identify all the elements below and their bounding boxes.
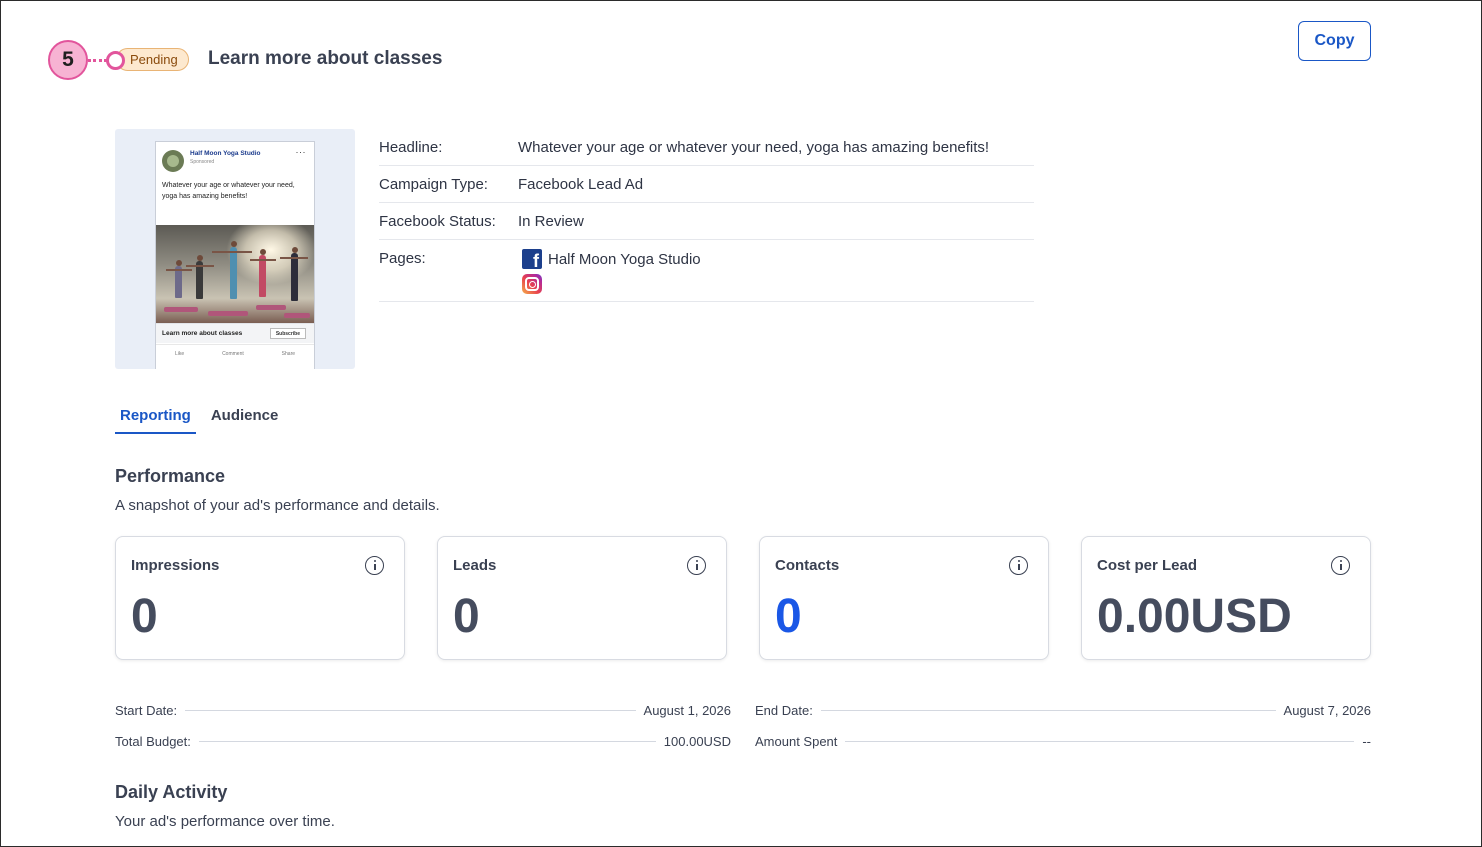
- copy-button[interactable]: Copy: [1298, 21, 1371, 61]
- end-date-row: End Date: August 7, 2026: [755, 701, 1371, 719]
- headline-label: Headline:: [379, 139, 443, 156]
- ad-detail-page: 5 Pending Learn more about classes Copy …: [0, 0, 1482, 847]
- status-badge: Pending: [116, 48, 189, 71]
- step-number-badge: 5: [48, 40, 88, 80]
- preview-sponsored: Sponsored: [190, 159, 215, 165]
- leader-line: [185, 709, 636, 711]
- tab-audience[interactable]: Audience: [206, 397, 284, 434]
- leads-label: Leads: [453, 557, 497, 574]
- campaign-type-label: Campaign Type:: [379, 176, 488, 193]
- preview-yoga-image: [156, 225, 314, 323]
- amount-spent-label: Amount Spent: [755, 733, 838, 749]
- campaign-type-value: Facebook Lead Ad: [518, 176, 644, 193]
- total-budget-label: Total Budget:: [115, 733, 191, 749]
- cost-per-lead-card: Cost per Lead 0.00USD: [1081, 536, 1371, 660]
- preview-cta-text: Learn more about classes: [162, 330, 243, 337]
- facebook-page: Half Moon Yoga Studio: [522, 249, 701, 271]
- comment-action: Comment: [222, 350, 244, 357]
- info-icon[interactable]: [1009, 556, 1028, 575]
- total-budget-row: Total Budget: 100.00USD: [115, 732, 731, 750]
- info-icon[interactable]: [1331, 556, 1350, 575]
- performance-subtitle: A snapshot of your ad's performance and …: [115, 497, 440, 514]
- like-action: Like: [174, 350, 185, 357]
- end-date-value: August 7, 2026: [1283, 702, 1371, 718]
- page-title: Learn more about classes: [208, 48, 443, 69]
- ad-details: Headline: Whatever your age or whatever …: [379, 129, 1034, 302]
- headline-value: Whatever your age or whatever your need,…: [518, 139, 990, 156]
- campaign-type-row: Campaign Type: Facebook Lead Ad: [379, 166, 1034, 203]
- ad-preview: Half Moon Yoga Studio Sponsored ··· What…: [115, 129, 355, 369]
- preview-text: Whatever your age or whatever your need,…: [162, 182, 295, 200]
- impressions-card: Impressions 0: [115, 536, 405, 660]
- contacts-card: Contacts 0: [759, 536, 1049, 660]
- end-date-label: End Date:: [755, 702, 813, 718]
- instagram-icon: [522, 274, 542, 294]
- facebook-status-row: Facebook Status: In Review: [379, 203, 1034, 240]
- tab-reporting[interactable]: Reporting: [115, 397, 196, 434]
- leads-value: 0: [453, 590, 480, 643]
- daily-activity-title: Daily Activity: [115, 782, 228, 802]
- share-action: Share: [281, 350, 296, 357]
- leader-line: [845, 740, 1355, 742]
- more-icon: ···: [295, 147, 306, 157]
- daily-activity-subtitle: Your ad's performance over time.: [115, 813, 335, 830]
- step-pointer-ring: [106, 51, 125, 70]
- pages-row: Pages:: [379, 240, 1034, 302]
- leader-line: [820, 709, 1276, 711]
- preview-actions: Like Comment Share: [156, 344, 314, 362]
- facebook-status-value: In Review: [518, 213, 584, 230]
- total-budget-value: 100.00USD: [663, 733, 731, 749]
- headline-row: Headline: Whatever your age or whatever …: [379, 129, 1034, 166]
- tab-bar: Reporting Audience: [115, 397, 293, 434]
- ad-preview-phone: Half Moon Yoga Studio Sponsored ··· What…: [155, 141, 315, 369]
- start-date-row: Start Date: August 1, 2026: [115, 701, 731, 719]
- facebook-icon: [522, 249, 542, 271]
- start-date-label: Start Date:: [115, 702, 178, 718]
- preview-page-name: Half Moon Yoga Studio: [190, 150, 261, 157]
- preview-subscribe-button: Subscribe: [269, 328, 306, 339]
- facebook-status-label: Facebook Status:: [379, 213, 496, 230]
- start-date-value: August 1, 2026: [643, 702, 731, 718]
- step-connector: [88, 59, 107, 62]
- cost-per-lead-label: Cost per Lead: [1097, 557, 1198, 574]
- leads-card: Leads 0: [437, 536, 727, 660]
- impressions-value: 0: [131, 590, 158, 643]
- amount-spent-row: Amount Spent --: [755, 732, 1371, 750]
- pages-label: Pages:: [379, 250, 426, 267]
- cost-per-lead-value: 0.00USD: [1097, 590, 1292, 643]
- info-icon[interactable]: [687, 556, 706, 575]
- leader-line: [198, 740, 656, 742]
- contacts-value[interactable]: 0: [775, 589, 802, 644]
- page-avatar: [162, 150, 184, 172]
- impressions-label: Impressions: [131, 557, 220, 574]
- performance-title: Performance: [115, 466, 226, 486]
- facebook-page-name: Half Moon Yoga Studio: [548, 250, 701, 268]
- amount-spent-value: --: [1362, 733, 1371, 749]
- info-icon[interactable]: [365, 556, 384, 575]
- preview-cta-bar: Learn more about classes Subscribe: [156, 323, 314, 343]
- contacts-label: Contacts: [775, 557, 840, 574]
